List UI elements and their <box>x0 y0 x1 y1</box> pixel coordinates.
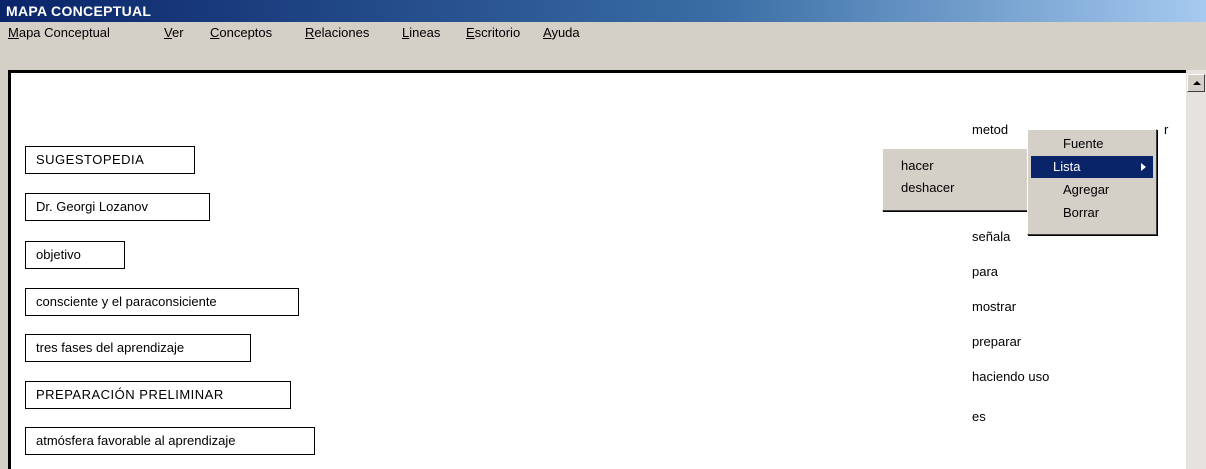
relation-label: r <box>1164 122 1169 137</box>
concept-map-canvas[interactable]: SUGESTOPEDIA Dr. Georgi Lozanov objetivo… <box>8 70 1186 469</box>
concept-node[interactable]: SUGESTOPEDIA <box>25 146 195 174</box>
agregar-menu-item[interactable]: Agregar <box>1031 179 1153 201</box>
menu-relaciones[interactable]: Relaciones <box>305 22 369 44</box>
relation-label[interactable]: para <box>972 264 998 279</box>
window-title: MAPA CONCEPTUAL <box>6 3 152 19</box>
fuente-menu-item[interactable]: Fuente <box>1031 133 1153 155</box>
menu-lineas[interactable]: Lineas <box>402 22 440 44</box>
concept-node[interactable]: atmósfera favorable al aprendizaje <box>25 427 315 455</box>
vertical-scrollbar[interactable] <box>1186 70 1206 469</box>
deshacer-menu-item[interactable]: deshacer <box>887 177 1025 199</box>
menu-mapa-conceptual[interactable]: Mapa Conceptual <box>8 22 110 44</box>
menu-escritorio[interactable]: Escritorio <box>466 22 520 44</box>
menu-conceptos[interactable]: Conceptos <box>210 22 272 44</box>
concept-node[interactable]: consciente y el paraconsiciente <box>25 288 299 316</box>
concept-node[interactable]: PREPARACIÓN PRELIMINAR <box>25 381 291 409</box>
scroll-up-arrow-icon[interactable] <box>1187 74 1205 92</box>
concept-node[interactable]: tres fases del aprendizaje <box>25 334 251 362</box>
relation-label[interactable]: metod <box>972 122 1008 137</box>
borrar-menu-item[interactable]: Borrar <box>1031 202 1153 224</box>
lista-menu-item[interactable]: Lista <box>1031 156 1153 178</box>
hacer-menu-item[interactable]: hacer <box>887 155 1025 177</box>
lista-menu-label: Lista <box>1053 159 1081 174</box>
relation-label[interactable]: es <box>972 409 986 424</box>
relation-label[interactable]: haciendo uso <box>972 369 1049 384</box>
submenu-arrow-icon <box>1141 163 1146 171</box>
relation-label[interactable]: señala <box>972 229 1010 244</box>
concept-node[interactable]: Dr. Georgi Lozanov <box>25 193 210 221</box>
relation-label[interactable]: mostrar <box>972 299 1016 314</box>
menu-bar: Mapa Conceptual Ver Conceptos Relaciones… <box>0 22 1206 44</box>
undo-menu: hacer deshacer <box>882 148 1030 211</box>
window-title-bar: MAPA CONCEPTUAL <box>0 0 1206 22</box>
menu-ayuda[interactable]: Ayuda <box>543 22 580 44</box>
relation-label[interactable]: preparar <box>972 334 1021 349</box>
menu-ver[interactable]: Ver <box>164 22 184 44</box>
concept-node[interactable]: objetivo <box>25 241 125 269</box>
context-menu: Fuente Lista Agregar Borrar <box>1027 129 1157 235</box>
